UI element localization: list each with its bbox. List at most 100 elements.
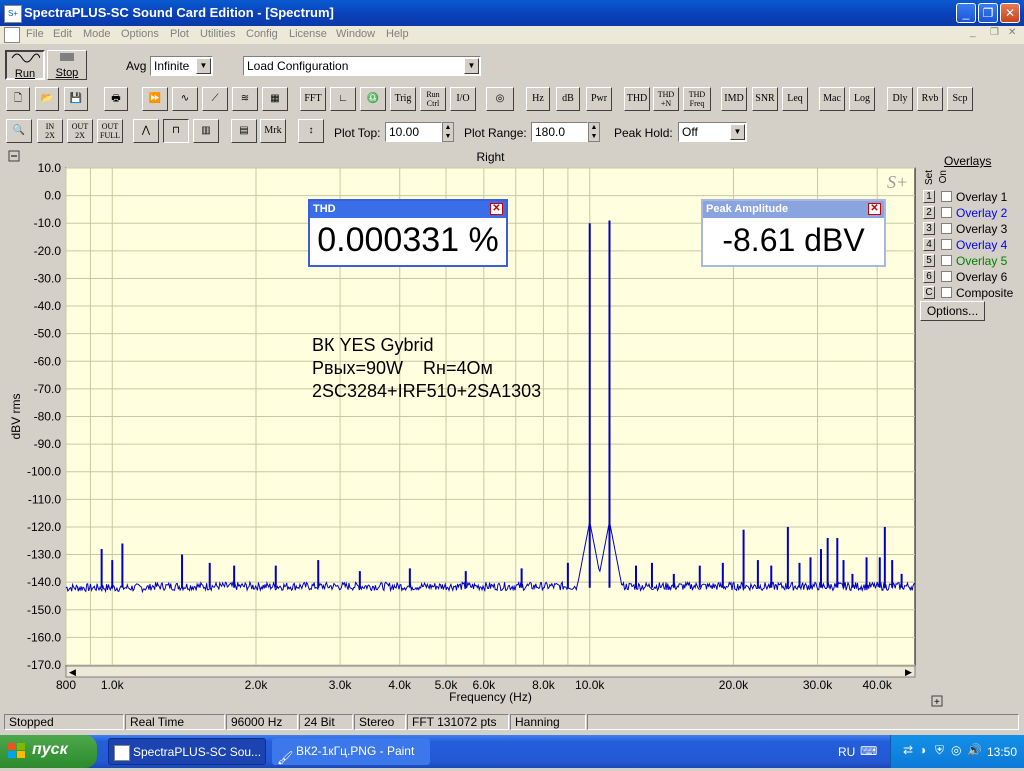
thd-button[interactable]: THD	[624, 87, 650, 111]
app-icon[interactable]: S+	[4, 5, 22, 23]
menu-help[interactable]: Help	[386, 28, 409, 40]
pwr-button[interactable]: Pwr	[586, 87, 612, 111]
speaker-icon[interactable]: 🔊	[967, 743, 982, 757]
avg-select[interactable]: Infinite ▼	[150, 56, 213, 76]
plot-range-input[interactable]: 180.0	[531, 122, 588, 142]
ramp-button[interactable]: ⟋	[202, 87, 228, 111]
db-button[interactable]: dB	[556, 87, 580, 111]
close-icon[interactable]: ✕	[490, 203, 503, 215]
menu-license[interactable]: License	[289, 28, 327, 40]
network-icon[interactable]: ⇄	[903, 743, 913, 757]
menu-options[interactable]: Options	[121, 28, 159, 40]
plot-top-spinner[interactable]: ▲ ▼	[442, 122, 454, 142]
hz-button[interactable]: Hz	[526, 87, 550, 111]
overlay-checkbox[interactable]	[941, 191, 952, 202]
zoom-button[interactable]: 🔍	[6, 119, 32, 143]
config-select[interactable]: Load Configuration ▼	[243, 56, 481, 76]
mdi-restore-icon[interactable]: ❐	[990, 27, 999, 38]
scp-button[interactable]: Scp	[947, 87, 973, 111]
mic-button[interactable]: ♎	[360, 87, 386, 111]
thd-window-titlebar[interactable]: THD ✕	[310, 201, 506, 218]
dly-button[interactable]: Dly	[887, 87, 913, 111]
mac-button[interactable]: Mac	[819, 87, 845, 111]
task-spectraplus[interactable]: SpectraPLUS-SC Sou...	[108, 738, 266, 765]
menu-edit[interactable]: Edit	[53, 28, 72, 40]
overlay-checkbox[interactable]	[941, 207, 952, 218]
rvb-button[interactable]: Rvb	[917, 87, 943, 111]
fast-forward-button[interactable]: ⏩	[142, 87, 168, 111]
menu-plot[interactable]: Plot	[170, 28, 189, 40]
imd-button[interactable]: IMD	[721, 87, 747, 111]
overlay-checkbox[interactable]	[941, 255, 952, 266]
trig-button[interactable]: Trig	[390, 87, 416, 111]
language-indicator[interactable]: RU	[838, 745, 855, 759]
volume-icon[interactable]: ◑	[919, 743, 926, 757]
stop-button[interactable]: Stop	[47, 50, 87, 80]
overlay-checkbox[interactable]	[941, 287, 952, 298]
spectrogram-button[interactable]: ≋	[232, 87, 258, 111]
security-icon[interactable]: ⛨	[935, 743, 944, 758]
overlay-set-button[interactable]: 1	[923, 190, 935, 203]
start-button[interactable]: пуск	[0, 735, 97, 768]
overlay-set-button[interactable]: 2	[923, 206, 935, 219]
overlay-checkbox[interactable]	[941, 223, 952, 234]
zoom-full-button[interactable]: OUT FULL	[97, 119, 123, 143]
scale-button[interactable]: ↕	[298, 119, 324, 143]
fft-button[interactable]: FFT	[300, 87, 326, 111]
plot-range-spinner[interactable]: ▲ ▼	[588, 122, 600, 142]
print-button[interactable]: 🖶	[104, 87, 128, 111]
scroll-right-icon[interactable]: ▶	[905, 667, 912, 677]
menu-config[interactable]: Config	[246, 28, 278, 40]
marker-button[interactable]: Mrk	[260, 119, 286, 143]
overlay-set-button[interactable]: C	[923, 286, 935, 299]
overlay-checkbox[interactable]	[941, 271, 952, 282]
overlay-options-button[interactable]: Options...	[920, 301, 985, 321]
open-file-button[interactable]: 📂	[35, 87, 59, 111]
mdi-close-icon[interactable]: ✕	[1008, 27, 1016, 38]
minimize-button[interactable]: _	[956, 3, 976, 23]
overlay-set-button[interactable]: 6	[923, 270, 935, 283]
line-plot-button[interactable]: ⋀	[133, 119, 159, 143]
close-icon[interactable]: ✕	[868, 203, 881, 215]
io-button[interactable]: I/O	[450, 87, 476, 111]
overlay-checkbox[interactable]	[941, 239, 952, 250]
peak-amplitude-window[interactable]: Peak Amplitude ✕ -8.61 dBV	[701, 199, 886, 267]
zoom-in-2x-button[interactable]: IN 2X	[37, 119, 63, 143]
log-button[interactable]: Log	[849, 87, 875, 111]
menu-utilities[interactable]: Utilities	[200, 28, 235, 40]
step-plot-button[interactable]: ⊓	[163, 119, 189, 143]
scroll-left-icon[interactable]: ◀	[69, 667, 76, 677]
overlay-set-button[interactable]: 5	[923, 254, 935, 267]
axis-button[interactable]: ∟	[330, 87, 356, 111]
table-button[interactable]: ▤	[231, 119, 257, 143]
thd-freq-button[interactable]: THD Freq	[683, 87, 711, 111]
scope-button[interactable]: ∿	[172, 87, 198, 111]
x-scrollbar[interactable]	[65, 665, 916, 678]
snr-button[interactable]: SNR	[752, 87, 778, 111]
keyboard-icon[interactable]: ⌨	[860, 744, 877, 758]
new-file-button[interactable]: 🗋	[6, 87, 30, 111]
task-paint[interactable]: 🖌 ВК2-1кГц.PNG - Paint	[272, 738, 430, 765]
menu-mode[interactable]: Mode	[83, 28, 111, 40]
chevron-down-icon[interactable]: ▼	[464, 58, 479, 74]
bar-plot-button[interactable]: ▥	[193, 119, 219, 143]
peak-hold-select[interactable]: Off ▼	[678, 122, 747, 142]
generator-button[interactable]: ◎	[486, 87, 514, 111]
thd-window[interactable]: THD ✕ 0.000331 %	[308, 199, 508, 267]
overlay-set-button[interactable]: 4	[923, 238, 935, 251]
leq-button[interactable]: Leq	[782, 87, 808, 111]
mdi-minimize-icon[interactable]: _	[970, 27, 976, 38]
save-button[interactable]: 💾	[64, 87, 88, 111]
chevron-down-icon[interactable]: ▼	[730, 124, 745, 140]
maximize-button[interactable]: ❐	[978, 3, 998, 23]
overlay-set-button[interactable]: 3	[923, 222, 935, 235]
zoom-out-2x-button[interactable]: OUT 2X	[67, 119, 93, 143]
overlays-title[interactable]: Overlays	[944, 154, 991, 168]
peak-window-titlebar[interactable]: Peak Amplitude ✕	[703, 201, 884, 218]
document-icon[interactable]	[4, 27, 20, 43]
menu-window[interactable]: Window	[336, 28, 375, 40]
update-icon[interactable]: ◎	[951, 743, 961, 757]
chevron-down-icon[interactable]: ▼	[196, 58, 211, 74]
3d-button[interactable]: ▦	[262, 87, 288, 111]
run-ctrl-button[interactable]: Run Ctrl	[420, 87, 446, 111]
